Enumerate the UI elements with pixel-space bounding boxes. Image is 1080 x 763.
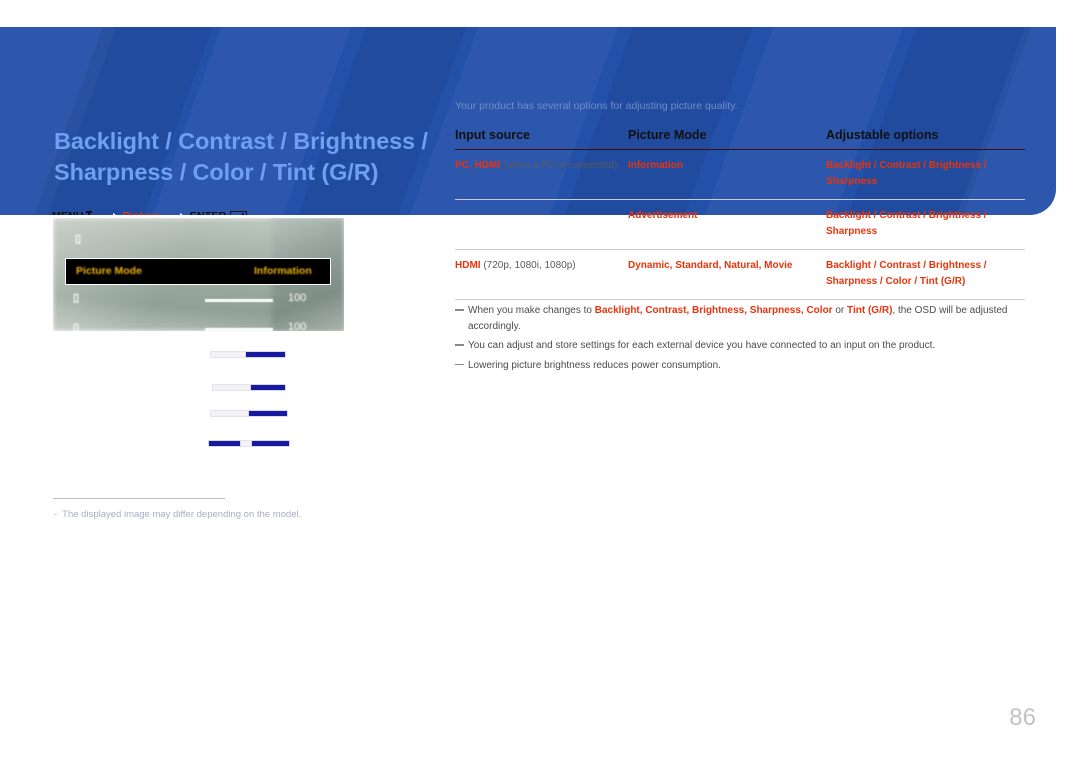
document-page: Backlight / Contrast / Brightness / Shar…	[0, 0, 1080, 763]
table-row: HDMI (720p, 1080i, 1080p) Dynamic, Stand…	[455, 250, 1025, 299]
note-dash-icon	[455, 309, 464, 311]
cell-input-source	[455, 208, 628, 239]
column-header-adjustable-options: Adjustable options	[826, 128, 939, 142]
note-dash-icon	[455, 363, 464, 366]
slider-bar-split	[208, 440, 290, 447]
cell-source-primary: PC, HDMI	[455, 160, 500, 172]
cell-input-source: PC, HDMI (when a PC is connected)	[455, 158, 628, 189]
cell-picture-mode: Dynamic, Standard, Natural, Movie	[628, 260, 793, 272]
menu-icon	[85, 211, 93, 215]
table-header-row: Input source Picture Mode Adjustable opt…	[455, 128, 1025, 149]
note-text: You can adjust and store settings for ea…	[468, 340, 936, 351]
footnote-divider	[53, 498, 225, 499]
note-text-mid: or	[832, 305, 848, 316]
slider-fill	[245, 351, 286, 358]
slider-fill	[250, 384, 286, 391]
cell-adjustable-options: Backlight / Contrast / Brightness / Shar…	[826, 260, 987, 287]
cell-source-note: (when a PC is connected)	[500, 160, 618, 172]
breadcrumb-enter-label: ENTER	[190, 210, 227, 215]
cell-adjustable-options: Backlight / Contrast / Brightness / Shar…	[826, 160, 987, 187]
breadcrumb-picture-label: Picture	[123, 210, 160, 215]
page-title: Backlight / Contrast / Brightness / Shar…	[54, 128, 428, 185]
breadcrumb-menu-label: MENU	[52, 210, 84, 215]
slider-fill-left	[208, 440, 241, 447]
slider-bar	[212, 384, 286, 391]
arrow-right-icon	[97, 212, 119, 215]
note-terms: Backlight, Contrast, Brightness, Sharpne…	[594, 305, 833, 316]
note-terms-2: Tint (G/R)	[847, 305, 893, 316]
footnote-bullet: -	[54, 509, 58, 520]
table-row-rule	[455, 299, 1025, 301]
cell-input-source: HDMI (720p, 1080i, 1080p)	[455, 258, 628, 289]
enter-key-icon	[230, 210, 248, 215]
cell-picture-mode: Advertisement	[628, 210, 698, 222]
note-dash-icon	[455, 344, 464, 346]
slider-fill	[248, 410, 288, 417]
note-text: Lowering picture brightness reduces powe…	[468, 359, 721, 371]
cell-picture-mode: Information	[628, 160, 683, 172]
slider-fill-right	[251, 440, 290, 447]
page-number: 86	[1009, 704, 1036, 731]
slider-bar	[210, 351, 286, 358]
picture-options-table: Input source Picture Mode Adjustable opt…	[455, 128, 1025, 301]
slider-bar	[210, 410, 288, 417]
note-item: When you make changes to Backlight, Cont…	[455, 303, 1027, 334]
image-footnote: - The displayed image may differ dependin…	[54, 508, 374, 521]
column-header-input-source: Input source	[455, 128, 531, 142]
breadcrumb: MENU Picture ENTER	[52, 210, 248, 215]
note-item: You can adjust and store settings for ea…	[455, 338, 1027, 354]
cell-source-primary: HDMI	[455, 260, 481, 272]
note-text-pre: When you make changes to	[468, 305, 595, 316]
table-row: Advertisement Backlight / Contrast / Bri…	[455, 200, 1025, 249]
arrow-right-icon	[164, 212, 186, 215]
footnote-text: The displayed image may differ depending…	[62, 509, 302, 520]
cell-source-note: (720p, 1080i, 1080p)	[480, 260, 576, 272]
note-item: Lowering picture brightness reduces powe…	[455, 358, 1027, 374]
notes-list: When you make changes to Backlight, Cont…	[455, 303, 1027, 377]
column-header-picture-mode: Picture Mode	[628, 128, 707, 142]
intro-text: Your product has several options for adj…	[455, 100, 738, 112]
table-row: PC, HDMI (when a PC is connected) Inform…	[455, 150, 1025, 199]
cell-adjustable-options: Backlight / Contrast / Brightness / Shar…	[826, 210, 987, 237]
